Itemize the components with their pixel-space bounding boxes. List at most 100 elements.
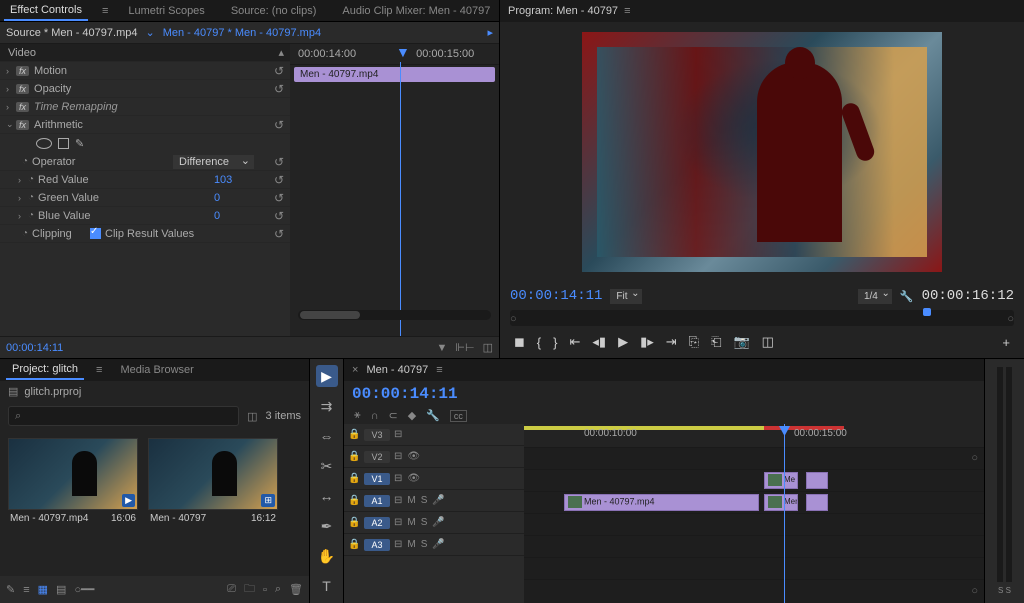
track-lane-v3[interactable]: [524, 448, 984, 470]
eye-icon[interactable]: 👁: [407, 451, 420, 462]
voiceover-icon[interactable]: 🎤: [432, 517, 444, 528]
slip-tool-icon[interactable]: ↔: [316, 485, 338, 507]
lock-icon[interactable]: 🔒: [348, 495, 360, 506]
mute-icon[interactable]: M: [407, 539, 415, 550]
tab-lumetri-scopes[interactable]: Lumetri Scopes: [122, 2, 210, 20]
step-back-icon[interactable]: ◂▮: [592, 334, 606, 350]
effect-time-remapping[interactable]: › fx Time Remapping: [0, 98, 290, 116]
toggle-icon[interactable]: ⊩⊢: [455, 341, 474, 354]
reset-icon[interactable]: ↺: [274, 191, 284, 205]
reset-icon[interactable]: ↺: [274, 118, 284, 132]
project-search-input[interactable]: [8, 406, 239, 426]
eye-icon[interactable]: 👁: [407, 473, 420, 484]
icon-view-icon[interactable]: ▦: [38, 583, 48, 596]
track-lane-v2[interactable]: Me: [524, 470, 984, 492]
step-forward-icon[interactable]: ▮▸: [640, 334, 654, 350]
marker-icon[interactable]: ◼: [514, 334, 525, 350]
clip[interactable]: Men - 40797.mp4: [564, 494, 759, 511]
track-select-tool-icon[interactable]: ⇉: [316, 395, 338, 417]
clip[interactable]: [806, 472, 828, 489]
razor-tool-icon[interactable]: ✂: [316, 455, 338, 477]
expand-icon[interactable]: ›: [6, 102, 16, 112]
caption-icon[interactable]: cc: [450, 410, 467, 422]
effect-arithmetic[interactable]: ⌄ fx Arithmetic ↺: [0, 116, 290, 134]
linked-selection-icon[interactable]: ⊂: [389, 409, 398, 422]
timeline-timecode[interactable]: 00:00:14:11: [352, 385, 458, 403]
solo-icon[interactable]: S: [421, 517, 428, 528]
bin-view-icon[interactable]: ◫: [247, 410, 257, 423]
selection-tool-icon[interactable]: ▶: [316, 365, 338, 387]
project-item[interactable]: ⊞ Men - 40797 16:12: [148, 438, 278, 527]
track-area[interactable]: 00:00:10:00 00:00:15:00 00:00:20:00 Me M…: [524, 424, 984, 603]
dropdown-arrow-icon[interactable]: ⌄: [145, 26, 154, 39]
track-lane-a1[interactable]: [524, 514, 984, 536]
tab-project[interactable]: Project: glitch: [6, 360, 84, 380]
expand-icon[interactable]: ›: [6, 84, 16, 94]
expand-icon[interactable]: ›: [18, 175, 28, 185]
lock-icon[interactable]: 🔒: [348, 539, 360, 550]
solo-icon[interactable]: S: [421, 539, 428, 550]
effect-motion[interactable]: › fx Motion ↺: [0, 62, 290, 80]
voiceover-icon[interactable]: 🎤: [432, 539, 444, 550]
fx-badge-icon[interactable]: fx: [16, 102, 29, 112]
filter-icon[interactable]: ▼: [437, 342, 448, 354]
lock-icon[interactable]: 🔒: [348, 517, 360, 528]
track-label[interactable]: A1: [364, 495, 390, 507]
track-lane-a3[interactable]: [524, 558, 984, 580]
tab-effect-controls[interactable]: Effect Controls: [4, 1, 88, 21]
tab-source[interactable]: Source: (no clips): [225, 2, 323, 20]
sort-icon[interactable]: ⎚: [227, 583, 236, 596]
tab-media-browser[interactable]: Media Browser: [114, 361, 199, 379]
track-lane-v1[interactable]: Men - 40797.mp4 Men: [524, 492, 984, 514]
toggle-output-icon[interactable]: ⊟: [394, 451, 402, 462]
playhead-marker-icon[interactable]: ▼: [396, 44, 410, 60]
close-icon[interactable]: ×: [352, 364, 358, 376]
new-bin-icon[interactable]: 🗀: [244, 580, 255, 599]
toggle-output-icon[interactable]: ⊟: [394, 495, 402, 506]
fx-badge-icon[interactable]: fx: [16, 84, 29, 94]
effect-timecode[interactable]: 00:00:14:11: [6, 342, 63, 354]
operator-dropdown[interactable]: Difference: [173, 155, 254, 169]
track-label[interactable]: A2: [364, 517, 390, 529]
add-button-icon[interactable]: +: [1002, 335, 1010, 350]
blue-value-input[interactable]: 0: [214, 210, 274, 222]
clip[interactable]: [806, 494, 828, 511]
stopwatch-icon[interactable]: ◔: [28, 192, 34, 203]
track-header-v1[interactable]: 🔒 V1 ⊟👁: [344, 468, 524, 490]
lock-icon[interactable]: 🔒: [348, 451, 360, 462]
video-preview-area[interactable]: [500, 22, 1024, 282]
scrubber-start-handle[interactable]: ○: [510, 313, 517, 325]
expand-icon[interactable]: ›: [18, 193, 28, 203]
panel-menu-icon[interactable]: ≡: [96, 364, 102, 376]
reset-icon[interactable]: ↺: [274, 227, 284, 241]
lift-icon[interactable]: ⎘: [689, 334, 699, 350]
fx-badge-icon[interactable]: fx: [16, 120, 29, 130]
find-icon[interactable]: ⌕: [275, 583, 281, 596]
panel-menu-icon[interactable]: ≡: [102, 5, 108, 17]
expand-icon[interactable]: ›: [6, 66, 16, 76]
solo-icon[interactable]: S: [421, 495, 428, 506]
effect-opacity[interactable]: › fx Opacity ↺: [0, 80, 290, 98]
track-label[interactable]: A3: [364, 539, 390, 551]
reset-icon[interactable]: ↺: [274, 155, 284, 169]
clipping-checkbox[interactable]: [90, 228, 101, 239]
track-label[interactable]: V1: [364, 473, 390, 485]
timeline-ruler[interactable]: 00:00:10:00 00:00:15:00 00:00:20:00: [524, 424, 984, 448]
go-to-in-icon[interactable]: ⇤: [569, 334, 580, 350]
snap-icon[interactable]: ∩: [371, 410, 379, 422]
scrubber-end-handle[interactable]: ○: [1007, 313, 1014, 325]
reset-icon[interactable]: ↺: [274, 173, 284, 187]
list-view-icon[interactable]: ≡: [23, 584, 29, 596]
effect-clip-bar[interactable]: Men - 40797.mp4: [294, 67, 495, 82]
fit-dropdown[interactable]: Fit: [610, 289, 641, 304]
playhead-line[interactable]: [400, 62, 401, 336]
zoom-slider[interactable]: ○━━: [74, 583, 94, 596]
mute-icon[interactable]: M: [407, 517, 415, 528]
write-mode-icon[interactable]: ✎: [6, 583, 15, 596]
in-point-icon[interactable]: {: [537, 335, 541, 350]
effect-scrollbar[interactable]: [298, 310, 491, 320]
collapse-icon[interactable]: ⌄: [6, 119, 16, 130]
clip[interactable]: Me: [764, 472, 798, 489]
reset-icon[interactable]: ↺: [274, 82, 284, 96]
clip[interactable]: Men: [764, 494, 798, 511]
